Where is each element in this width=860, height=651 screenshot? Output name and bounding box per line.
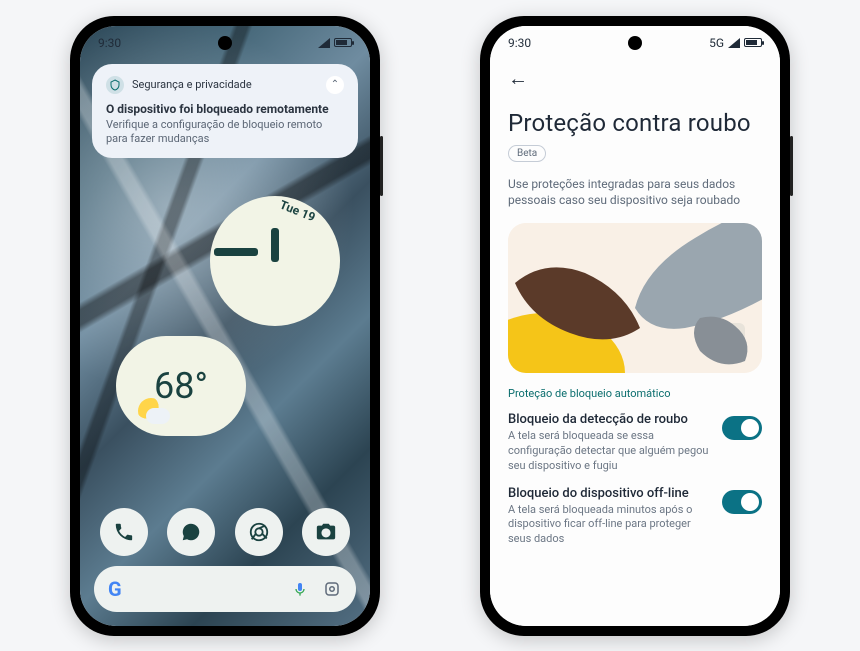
status-network: 5G: [709, 36, 724, 50]
signal-icon: [728, 38, 740, 48]
theft-illustration: [508, 223, 762, 373]
toggle-theft-detection[interactable]: [722, 416, 762, 440]
shield-icon: [106, 76, 124, 94]
camera-app-icon[interactable]: [302, 508, 350, 556]
setting-title: Bloqueio da detecção de roubo: [508, 412, 712, 427]
phone-mockup-home: 9:30 Segurança e privacidade ⌃ O disposi…: [70, 16, 380, 636]
toggle-offline-lock[interactable]: [722, 490, 762, 514]
page-title: Proteção contra roubo: [508, 109, 762, 137]
notification-title: O dispositivo foi bloqueado remotamente: [106, 102, 344, 116]
messages-app-icon[interactable]: [167, 508, 215, 556]
google-logo-icon: G: [108, 577, 122, 601]
camera-cutout: [218, 36, 232, 50]
clock-hour-hand: [271, 228, 279, 262]
chrome-app-icon[interactable]: [235, 508, 283, 556]
status-time: 9:30: [508, 36, 531, 50]
setting-row-theft-detection[interactable]: Bloqueio da detecção de roubo A tela ser…: [508, 412, 762, 474]
clock-minute-hand: [214, 248, 258, 256]
camera-cutout: [628, 36, 642, 50]
weather-icon: [138, 398, 164, 424]
search-bar[interactable]: G: [94, 566, 356, 612]
status-time: 9:30: [98, 36, 121, 50]
notification-body: Verifique a configuração de bloqueio rem…: [106, 118, 344, 147]
mic-icon[interactable]: [290, 579, 310, 599]
notification-card[interactable]: Segurança e privacidade ⌃ O dispositivo …: [92, 64, 358, 159]
home-screen: 9:30 Segurança e privacidade ⌃ O disposi…: [80, 26, 370, 626]
phone-mockup-settings: 9:30 5G ← Proteção contra roubo Beta Use…: [480, 16, 790, 636]
back-button[interactable]: ←: [508, 66, 762, 91]
lens-icon[interactable]: [322, 579, 342, 599]
app-dock: [80, 508, 370, 556]
notification-category: Segurança e privacidade: [132, 78, 252, 91]
weather-temp: 68°: [154, 365, 208, 407]
chevron-up-icon[interactable]: ⌃: [326, 76, 344, 94]
beta-badge: Beta: [508, 145, 546, 162]
section-label: Proteção de bloqueio automático: [508, 387, 762, 400]
signal-icon: [318, 38, 330, 48]
setting-description: A tela será bloqueada minutos após o dis…: [508, 503, 712, 548]
phone-app-icon[interactable]: [100, 508, 148, 556]
weather-widget[interactable]: 68°: [116, 336, 246, 436]
setting-description: A tela será bloqueada se essa configuraç…: [508, 429, 712, 474]
battery-icon: [744, 38, 762, 47]
setting-title: Bloqueio do dispositivo off-line: [508, 486, 712, 501]
battery-icon: [334, 38, 352, 47]
clock-widget[interactable]: Tue 19: [210, 196, 340, 326]
settings-screen: 9:30 5G ← Proteção contra roubo Beta Use…: [490, 26, 780, 626]
page-subtitle: Use proteções integradas para seus dados…: [508, 176, 762, 210]
setting-row-offline-lock[interactable]: Bloqueio do dispositivo off-line A tela …: [508, 486, 762, 548]
